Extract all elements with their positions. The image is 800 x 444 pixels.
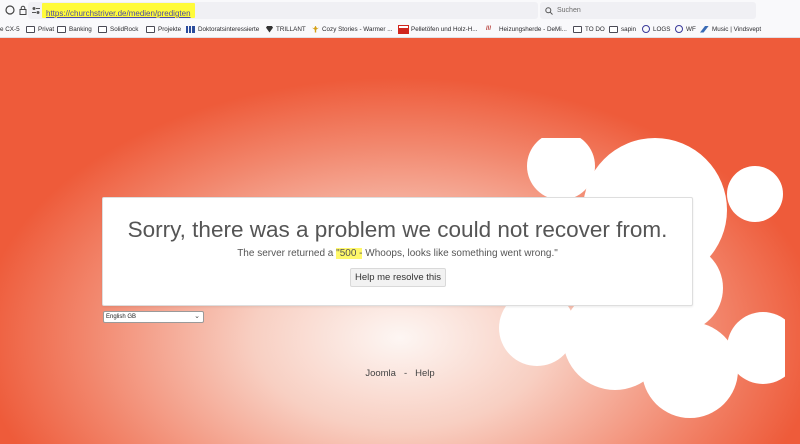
- bookmark-folder-privat[interactable]: Privat: [26, 21, 54, 37]
- permissions-icon[interactable]: [31, 6, 41, 15]
- folder-icon: [146, 25, 155, 33]
- bookmark-pelletoefen[interactable]: Pelletöfen und Holz-H...: [398, 21, 478, 37]
- bookmark-folder-todo[interactable]: TO DO: [573, 21, 605, 37]
- bookmarks-toolbar: e CX-5 Privat Banking SolidRock Projekte…: [0, 21, 800, 38]
- bookmark-doktoratsinteressierte[interactable]: Doktoratsinteressierte: [186, 21, 259, 37]
- search-bar[interactable]: Suchen: [540, 2, 756, 19]
- bookmark-label: Pelletöfen und Holz-H...: [411, 25, 478, 33]
- bookmark-music-vindsvept[interactable]: Music | Vindsvept: [700, 21, 761, 37]
- error-message-prefix: The server returned a: [237, 248, 337, 259]
- bookmark-label: TRILLANT: [276, 25, 306, 33]
- globe-icon: [642, 25, 650, 33]
- bookmark-label: Music | Vindsvept: [712, 25, 762, 33]
- error-message: The server returned a "500 - Whoops, loo…: [103, 248, 692, 259]
- bookmark-label: Privat: [38, 25, 55, 33]
- site-info-icon[interactable]: [4, 4, 16, 16]
- bars-icon: [186, 25, 195, 33]
- address-bar[interactable]: https://churchstriver.de/medien/predigte…: [28, 2, 556, 19]
- search-icon: [545, 7, 553, 15]
- flag-icon: [398, 24, 409, 34]
- bookmark-logs[interactable]: LOGS: [642, 21, 671, 37]
- footer-joomla-link[interactable]: Joomla: [365, 368, 396, 379]
- footer: Joomla - Help: [0, 368, 800, 379]
- folder-icon: [98, 25, 107, 33]
- folder-icon: [573, 25, 582, 33]
- hh-icon: ///: [486, 25, 492, 32]
- url-highlight: https://churchstriver.de/medien/predigte…: [42, 3, 195, 18]
- folder-icon: [57, 25, 66, 33]
- bookmark-label: e CX-5: [0, 25, 20, 33]
- error-code-highlight: "500 -: [336, 248, 363, 259]
- error-panel: Sorry, there was a problem we could not …: [102, 197, 693, 306]
- bookmark-folder-banking[interactable]: Banking: [57, 21, 92, 37]
- bookmark-label: WF: [686, 25, 696, 33]
- url-text[interactable]: https://churchstriver.de/medien/predigte…: [46, 9, 191, 18]
- language-selected: English GB: [106, 314, 137, 320]
- bookmark-folder-sapin[interactable]: sapin: [609, 21, 636, 37]
- bookmark-folder-solidrock[interactable]: SolidRock: [98, 21, 138, 37]
- search-placeholder: Suchen: [557, 7, 581, 14]
- error-title: Sorry, there was a problem we could not …: [127, 217, 668, 242]
- bookmark-label: sapin: [621, 25, 637, 33]
- folder-icon: [26, 25, 35, 33]
- bookmark-label: SolidRock: [110, 25, 139, 33]
- bookmark-cx5[interactable]: e CX-5: [0, 21, 20, 37]
- error-page: Sorry, there was a problem we could not …: [0, 38, 800, 444]
- bookmark-label: TO DO: [585, 25, 605, 33]
- arrow-icon: [700, 25, 709, 33]
- bookmark-heizungsherde[interactable]: /// Heizungsherde - DeMi...: [486, 21, 567, 37]
- folder-icon: [609, 25, 618, 33]
- help-resolve-button[interactable]: Help me resolve this: [350, 268, 446, 287]
- sprout-icon: [312, 25, 319, 33]
- error-message-suffix: Whoops, looks like something went wrong.…: [362, 248, 558, 259]
- footer-separator: -: [403, 368, 408, 379]
- footer-help-link[interactable]: Help: [415, 368, 435, 379]
- bookmark-trillant[interactable]: TRILLANT: [266, 21, 306, 37]
- bookmark-label: LOGS: [653, 25, 671, 33]
- bookmark-wf[interactable]: WF: [675, 21, 696, 37]
- globe-icon: [675, 25, 683, 33]
- bookmark-label: Heizungsherde - DeMi...: [499, 25, 567, 33]
- browser-toolbar: https://churchstriver.de/medien/predigte…: [0, 0, 800, 21]
- bookmark-cozy-stories[interactable]: Cozy Stories - Warmer ...: [312, 21, 392, 37]
- language-select[interactable]: English GB ⌄: [103, 311, 204, 323]
- bookmark-label: Projekte: [158, 25, 182, 33]
- bookmark-folder-projekte[interactable]: Projekte: [146, 21, 181, 37]
- diamond-icon: [266, 25, 273, 33]
- chevron-down-icon: ⌄: [194, 313, 200, 320]
- bookmark-label: Doktoratsinteressierte: [198, 25, 260, 33]
- bookmark-label: Cozy Stories - Warmer ...: [322, 25, 393, 33]
- bookmark-label: Banking: [69, 25, 92, 33]
